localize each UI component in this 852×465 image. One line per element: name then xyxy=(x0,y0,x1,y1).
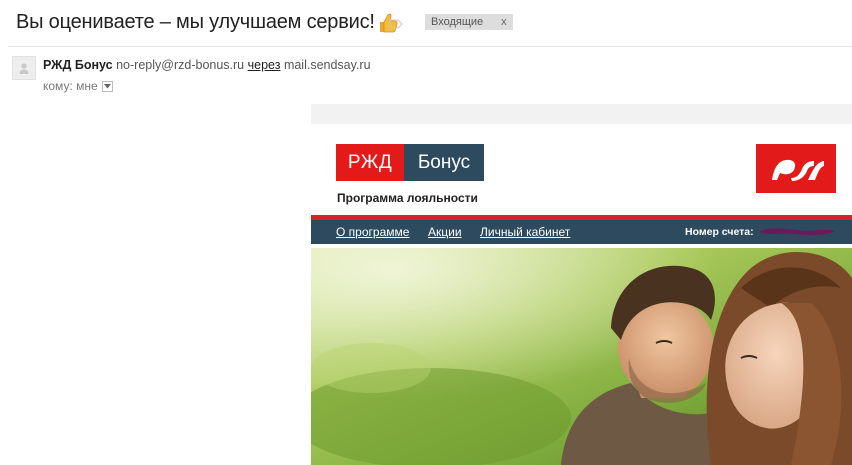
email-navbar: О программе Акции Личный кабинет Номер с… xyxy=(311,220,852,244)
chevron-down-icon[interactable] xyxy=(101,80,113,92)
inbox-label-chip[interactable]: Входящие x xyxy=(425,14,513,30)
chip-label: Входящие xyxy=(431,16,484,28)
recipient-text: кому: мне xyxy=(43,79,98,93)
email-subject: Вы оцениваете – мы улучшаем сервис! xyxy=(16,10,375,33)
logo-rzd-part: РЖД xyxy=(336,144,404,181)
email-top-band xyxy=(311,104,852,124)
couple-on-grass-photo xyxy=(311,248,852,465)
logo-bonus-part: Бонус xyxy=(404,144,484,181)
avatar[interactable] xyxy=(12,56,36,80)
sender-email: no-reply@rzd-bonus.ru xyxy=(116,58,245,72)
rzd-logo-icon[interactable] xyxy=(756,144,836,193)
person-icon xyxy=(19,63,29,74)
rzd-bonus-logo[interactable]: РЖД Бонус xyxy=(336,144,484,181)
nav-link-promotions[interactable]: Акции xyxy=(428,225,462,239)
nav-link-account[interactable]: Личный кабинет xyxy=(480,225,570,239)
via-domain: mail.sendsay.ru xyxy=(283,58,371,72)
nav-link-about[interactable]: О программе xyxy=(336,225,409,239)
via-link[interactable]: через xyxy=(248,58,281,72)
account-number-label: Номер счета: xyxy=(685,226,754,238)
program-label: Программа лояльности xyxy=(337,191,478,205)
subject-row: Вы оцениваете – мы улучшаем сервис! xyxy=(16,9,399,35)
recipient-row: кому: мне xyxy=(43,79,113,93)
redacted-account-number xyxy=(759,228,835,235)
sender-row: РЖД Бонус no-reply@rzd-bonus.ru через ma… xyxy=(43,58,371,72)
label-tag-icon[interactable] xyxy=(389,16,403,29)
header-divider xyxy=(8,46,852,47)
sender-name[interactable]: РЖД Бонус xyxy=(43,58,113,72)
chip-remove-button[interactable]: x xyxy=(501,16,507,28)
